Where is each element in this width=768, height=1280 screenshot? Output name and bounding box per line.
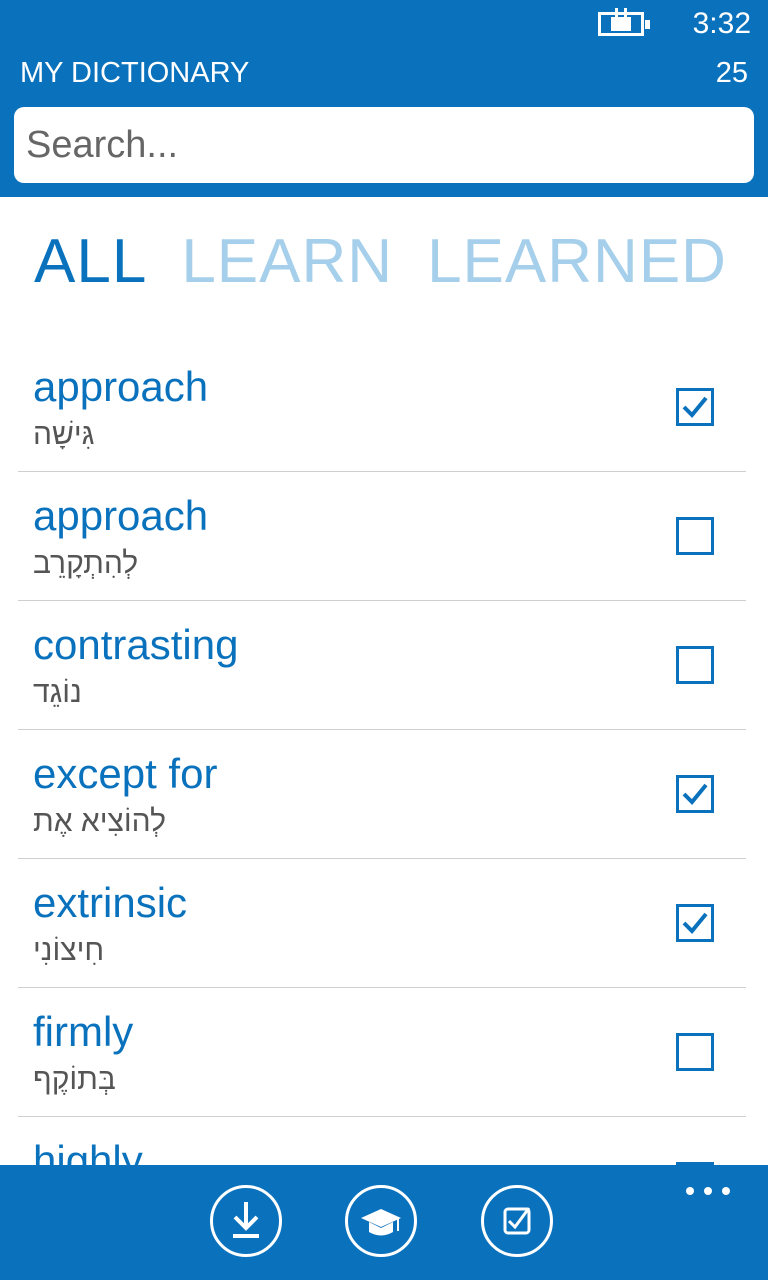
learned-checkbox[interactable] xyxy=(676,388,714,426)
mark-learned-button[interactable] xyxy=(481,1185,553,1257)
list-item[interactable]: firmly בְּתוֹקֶף xyxy=(18,988,746,1117)
check-mark-icon xyxy=(682,783,708,805)
word-text: approach xyxy=(33,363,209,410)
list-item[interactable]: approach לְהִתְקָרֵב xyxy=(18,472,746,601)
app-bar xyxy=(0,1165,768,1280)
translation-text: בְּתוֹקֶף xyxy=(33,1063,116,1096)
word-text: extrinsic xyxy=(33,879,188,926)
word-list[interactable]: approach גִּישָׁה approach לְהִתְקָרֵב c… xyxy=(18,343,746,1165)
learned-checkbox[interactable] xyxy=(676,904,714,942)
tab-learn[interactable]: LEARN xyxy=(181,222,393,302)
list-item[interactable]: extrinsic חִיצוֹנִי xyxy=(18,859,746,988)
checkbox-icon xyxy=(503,1207,531,1235)
word-text: contrasting xyxy=(33,621,239,668)
search-input[interactable] xyxy=(14,107,754,183)
word-text: highly xyxy=(33,1137,143,1165)
filter-tabs: ALL LEARN LEARNED xyxy=(34,222,761,302)
list-item[interactable]: contrasting נוֹגֵד xyxy=(18,601,746,730)
tab-all[interactable]: ALL xyxy=(34,222,147,302)
learned-checkbox[interactable] xyxy=(676,1033,714,1071)
list-item[interactable]: approach גִּישָׁה xyxy=(18,343,746,472)
learned-checkbox[interactable] xyxy=(676,517,714,555)
download-button[interactable] xyxy=(210,1185,282,1257)
download-icon xyxy=(233,1202,259,1238)
word-text: except for xyxy=(33,750,218,797)
battery-charging-icon xyxy=(598,8,650,36)
check-mark-icon xyxy=(682,396,708,418)
list-item[interactable]: except for לְהוֹצִיא אֶת xyxy=(18,730,746,859)
header-bar: 3:32 MY DICTIONARY 25 xyxy=(0,0,768,197)
word-text: approach xyxy=(33,492,209,539)
graduation-cap-icon xyxy=(361,1209,401,1236)
learned-checkbox[interactable] xyxy=(676,775,714,813)
list-item[interactable]: highly xyxy=(18,1117,746,1165)
ellipsis-icon[interactable] xyxy=(684,1175,732,1205)
translation-text: לְהִתְקָרֵב xyxy=(33,547,139,580)
learn-button[interactable] xyxy=(345,1185,417,1257)
app-title: MY DICTIONARY xyxy=(20,57,250,89)
translation-text: גִּישָׁה xyxy=(33,418,95,451)
word-count: 25 xyxy=(715,57,748,89)
word-text: firmly xyxy=(33,1008,134,1055)
translation-text: נוֹגֵד xyxy=(33,676,82,709)
status-time: 3:32 xyxy=(692,7,751,40)
tab-learned[interactable]: LEARNED xyxy=(427,222,727,302)
translation-text: חִיצוֹנִי xyxy=(33,934,105,967)
check-mark-icon xyxy=(682,912,708,934)
translation-text: לְהוֹצִיא אֶת xyxy=(33,805,166,838)
learned-checkbox[interactable] xyxy=(676,646,714,684)
